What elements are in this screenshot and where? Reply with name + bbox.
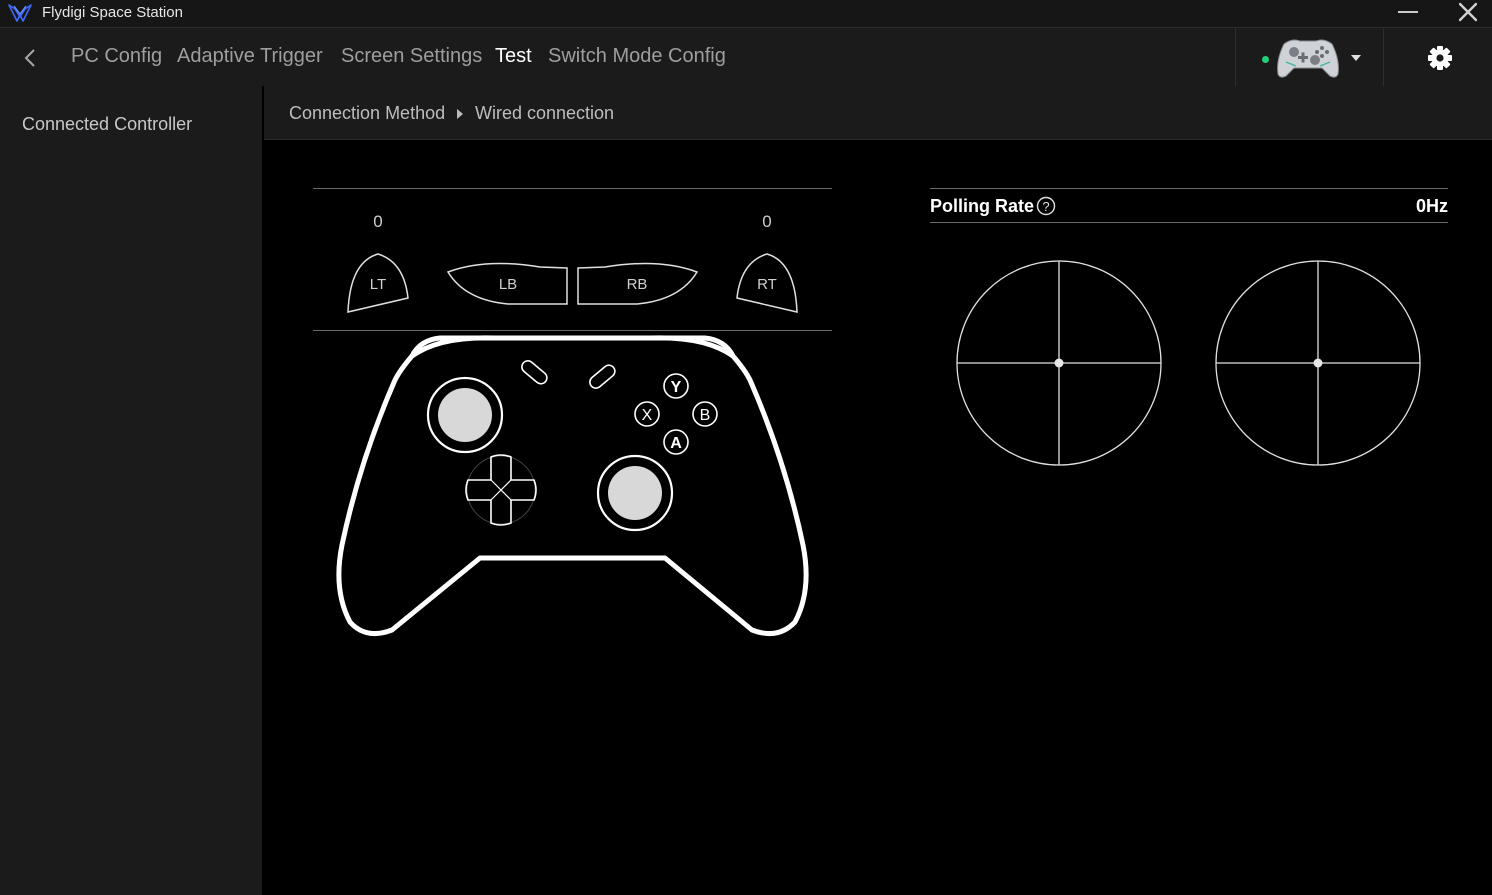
chevron-left-icon	[24, 49, 35, 67]
breadcrumb: Connection Method Wired connection	[264, 86, 1492, 140]
right-stick-position-dot	[1313, 358, 1323, 368]
title-bar: Flydigi Space Station	[0, 0, 1492, 27]
caret-down-icon	[1351, 55, 1361, 61]
b-label: B	[700, 407, 711, 424]
menu-button	[589, 364, 616, 389]
sidebar-item-connected-controller[interactable]: Connected Controller	[22, 114, 192, 135]
polling-rate-label: Polling Rate	[930, 196, 1035, 216]
left-stick-position-dot	[1054, 358, 1064, 368]
tab-switch-mode-config[interactable]: Switch Mode Config	[548, 45, 726, 68]
shoulder-buttons: LT LB RB RT	[347, 253, 798, 313]
polling-top-divider	[930, 188, 1448, 189]
rt-button: RT	[736, 253, 798, 313]
rb-label: RB	[627, 276, 648, 293]
flydigi-logo-icon	[8, 4, 32, 22]
controller-image	[1277, 39, 1339, 78]
connection-status-dot	[1262, 56, 1269, 63]
lb-button: LB	[446, 262, 568, 305]
lt-button: LT	[347, 253, 409, 313]
rb-button: RB	[577, 262, 699, 305]
stick-position-plots	[956, 260, 1421, 466]
minimize-button[interactable]	[1392, 0, 1424, 26]
x-button: X	[634, 401, 660, 427]
lb-label: LB	[499, 276, 517, 293]
left-trigger-value: 0	[373, 212, 383, 231]
left-stick	[426, 376, 504, 454]
device-selector[interactable]	[1235, 28, 1384, 86]
polling-rate-value: 0Hz	[1415, 196, 1448, 216]
y-button: Y	[663, 373, 689, 399]
right-trigger-value: 0	[762, 212, 772, 231]
right-stick	[596, 454, 674, 532]
controller-body	[336, 335, 809, 637]
trigger-top-divider	[313, 188, 832, 189]
tab-test[interactable]: Test	[495, 45, 532, 68]
dpad	[465, 454, 537, 526]
polling-bottom-divider	[930, 222, 1448, 223]
y-label: Y	[671, 379, 682, 396]
minimize-icon	[1398, 11, 1418, 13]
help-icon[interactable]: ?	[1036, 196, 1056, 216]
right-stick-plot	[1215, 260, 1421, 466]
back-button[interactable]	[16, 47, 44, 69]
left-stick-plot	[956, 260, 1162, 466]
app-title: Flydigi Space Station	[42, 4, 183, 21]
tab-pc-config[interactable]: PC Config	[71, 45, 162, 68]
nav-bar: PC Config Adaptive Trigger Screen Settin…	[0, 27, 1492, 86]
settings-button[interactable]	[1424, 42, 1456, 74]
a-button: A	[663, 429, 689, 455]
close-button[interactable]	[1452, 0, 1484, 26]
tab-screen-settings[interactable]: Screen Settings	[341, 45, 482, 68]
svg-text:?: ?	[1042, 199, 1049, 214]
sidebar: Connected Controller	[0, 86, 262, 895]
close-icon	[1458, 2, 1478, 22]
controller-diagram: Y X B A	[336, 335, 809, 637]
triangle-right-icon	[457, 109, 463, 119]
breadcrumb-wired-connection: Wired connection	[475, 103, 615, 123]
rt-label: RT	[757, 276, 777, 293]
b-button: B	[692, 401, 718, 427]
lt-label: LT	[370, 276, 386, 293]
a-label: A	[670, 435, 682, 452]
breadcrumb-connection-method: Connection Method	[289, 103, 446, 123]
tab-adaptive-trigger[interactable]: Adaptive Trigger	[177, 45, 323, 68]
gear-icon	[1428, 46, 1452, 70]
x-label: X	[642, 407, 653, 424]
view-button	[521, 360, 548, 385]
